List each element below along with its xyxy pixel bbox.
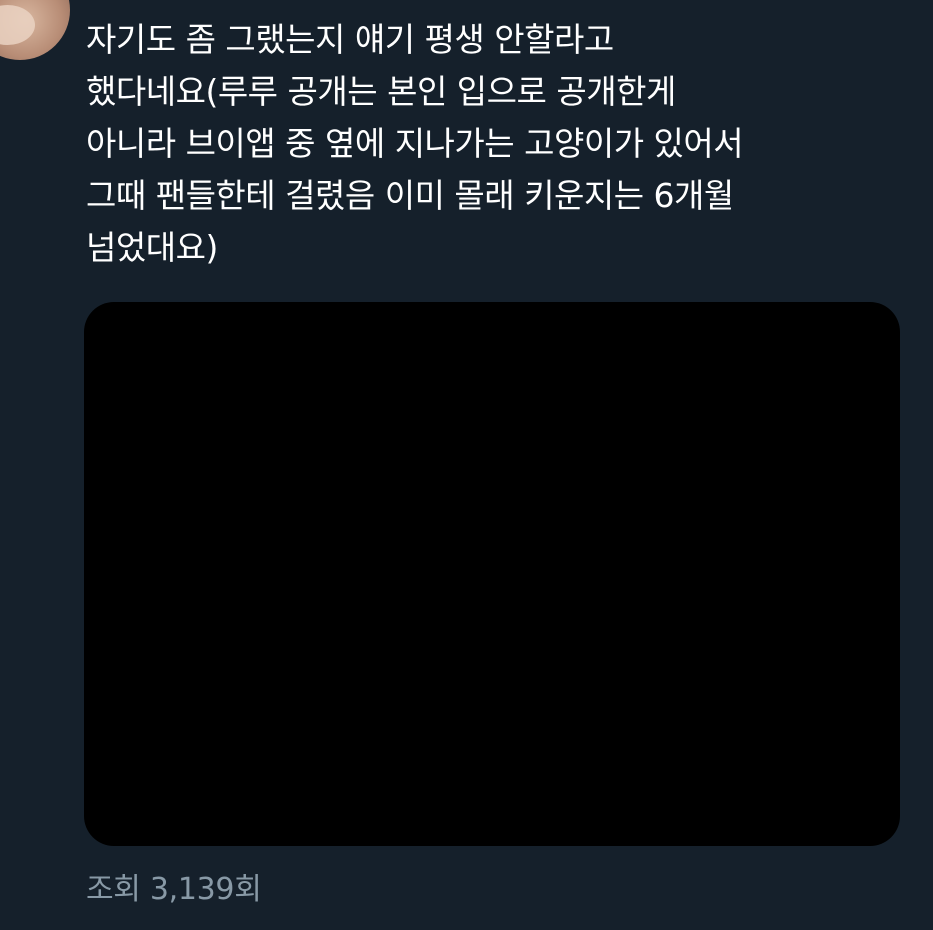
view-count: 조회 3,139회 bbox=[86, 872, 262, 907]
tweet-text-line: 그때 팬들한테 걸렸음 이미 몰래 키운지는 6개월 bbox=[86, 176, 734, 215]
tweet-text-line: 넘었대요) bbox=[86, 228, 218, 267]
avatar[interactable] bbox=[0, 0, 70, 60]
tweet-text-line: 했다네요(루루 공개는 본인 입으로 공개한게 bbox=[86, 72, 676, 111]
tweet-media[interactable] bbox=[84, 302, 900, 846]
tweet-text-line: 자기도 좀 그랬는지 얘기 평생 안할라고 bbox=[86, 20, 614, 59]
tweet-text-line: 아니라 브이앱 중 옆에 지나가는 고양이가 있어서 bbox=[86, 124, 744, 163]
avatar-photo bbox=[0, 5, 35, 45]
tweet-text: 자기도 좀 그랬는지 얘기 평생 안할라고 했다네요(루루 공개는 본인 입으로… bbox=[86, 14, 886, 274]
